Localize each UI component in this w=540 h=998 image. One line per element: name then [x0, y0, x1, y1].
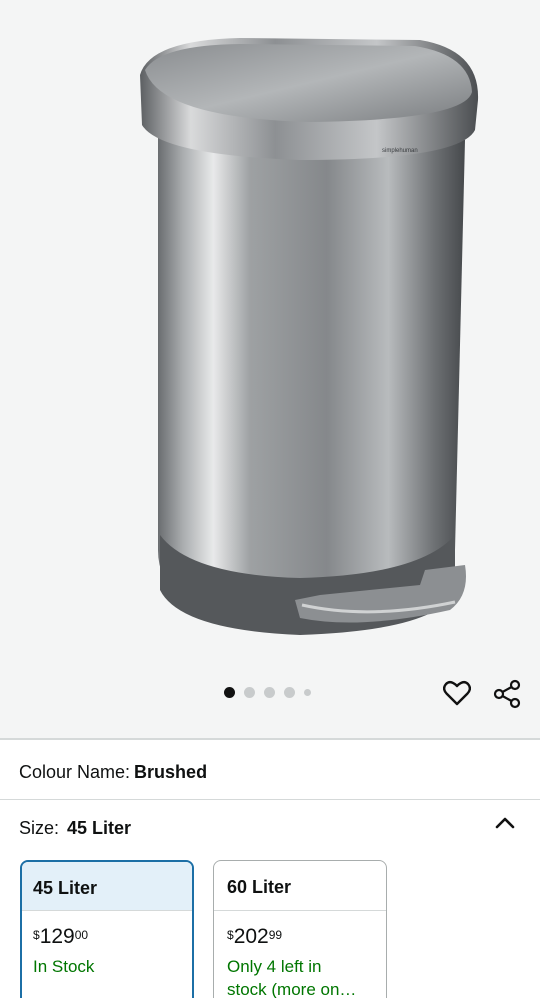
size-option-45-liter[interactable]: 45 Liter $12900 In Stock — [20, 860, 194, 998]
price: $20299 — [227, 925, 386, 949]
pagination-dot-5[interactable] — [304, 689, 311, 696]
price-fraction: 99 — [268, 928, 283, 942]
pagination-dot-1[interactable] — [224, 687, 235, 698]
colour-label: Colour Name: — [19, 762, 131, 782]
availability-text: In Stock — [33, 957, 95, 976]
price-currency: $ — [227, 928, 234, 942]
wishlist-button[interactable] — [441, 677, 473, 709]
product-image-gallery[interactable]: simplehuman — [0, 0, 540, 738]
price-currency: $ — [33, 928, 40, 942]
price-fraction: 00 — [74, 928, 89, 942]
price-whole: 202 — [233, 925, 269, 948]
pagination-dot-2[interactable] — [244, 687, 255, 698]
availability-line-1: Only 4 left in — [227, 957, 322, 976]
size-option-title: 45 Liter — [22, 862, 192, 911]
pagination-dot-3[interactable] — [264, 687, 275, 698]
image-pagination-dots[interactable] — [224, 687, 311, 698]
availability-line-2: stock (more on… — [227, 980, 357, 998]
price: $12900 — [33, 925, 192, 949]
size-label: Size: — [19, 818, 60, 838]
pagination-dot-4[interactable] — [284, 687, 295, 698]
availability-text: Only 4 left in stock (more on… — [227, 955, 386, 998]
size-option-60-liter[interactable]: 60 Liter $20299 Only 4 left in stock (mor… — [213, 860, 387, 998]
share-button[interactable] — [490, 677, 524, 711]
size-option-title: 60 Liter — [214, 861, 386, 911]
size-value: 45 Liter — [67, 818, 132, 838]
size-collapse-button[interactable] — [492, 810, 518, 836]
colour-name-row: Colour Name: Brushed — [19, 761, 207, 783]
share-icon — [493, 679, 521, 709]
size-row[interactable]: Size: 45 Liter — [19, 817, 131, 839]
colour-value: Brushed — [134, 762, 208, 782]
product-image[interactable]: simplehuman — [120, 30, 490, 640]
price-whole: 129 — [39, 925, 75, 948]
brand-logo: simplehuman — [382, 148, 418, 154]
heart-icon — [443, 680, 471, 706]
divider — [0, 799, 540, 800]
divider — [0, 738, 540, 740]
chevron-up-icon — [495, 817, 515, 829]
